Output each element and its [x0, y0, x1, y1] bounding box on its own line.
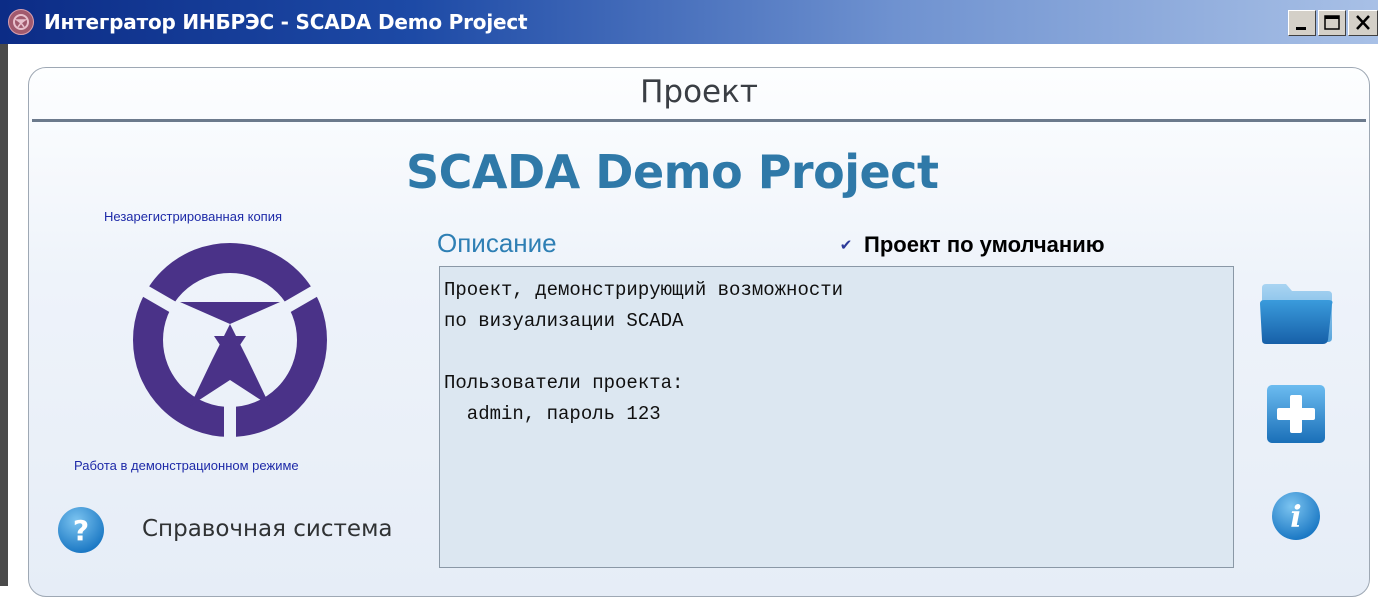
help-icon[interactable]: ?	[56, 505, 106, 555]
add-icon[interactable]	[1266, 384, 1326, 444]
unregistered-copy-text: Незарегистрированная копия	[104, 209, 283, 224]
window-title: Интегратор ИНБРЭС - SCADA Demo Project	[44, 10, 528, 34]
maximize-button[interactable]	[1318, 10, 1346, 36]
panel-title: Проект	[640, 74, 758, 110]
default-project-checkbox[interactable]: ✔ Проект по умолчанию	[838, 232, 1105, 258]
minimize-button[interactable]	[1288, 10, 1316, 36]
description-textarea[interactable]: Проект, демонстрирующий возможности по в…	[439, 266, 1234, 568]
folder-icon[interactable]	[1258, 282, 1334, 346]
description-label: Описание	[437, 228, 557, 258]
title-bar[interactable]: Интегратор ИНБРЭС - SCADA Demo Project	[0, 0, 1378, 44]
help-system-link[interactable]: Справочная система	[142, 516, 393, 542]
info-icon[interactable]: i	[1270, 490, 1322, 542]
checkbox-checked-icon[interactable]: ✔	[838, 237, 854, 253]
svg-text:i: i	[1290, 500, 1301, 535]
app-logo-icon	[8, 9, 34, 35]
demo-mode-text: Работа в демонстрационном режиме	[74, 458, 299, 473]
svg-text:?: ?	[73, 514, 89, 547]
window-left-border	[0, 44, 8, 586]
close-button[interactable]	[1348, 10, 1378, 36]
inbres-logo-icon	[133, 243, 327, 437]
default-project-label: Проект по умолчанию	[864, 232, 1105, 257]
project-name: SCADA Demo Project	[406, 145, 939, 199]
panel-divider	[32, 119, 1366, 122]
